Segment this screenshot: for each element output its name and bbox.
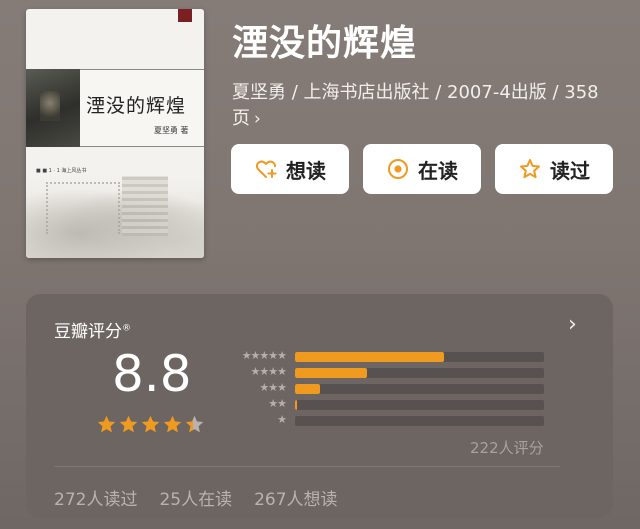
distribution-bar-track	[295, 368, 544, 378]
have-read-label: 读过	[550, 158, 590, 183]
book-meta[interactable]: 夏坚勇 / 上海书店出版社 / 2007-4出版 / 358页 ›	[232, 80, 624, 132]
cover-publisher-tag	[178, 9, 192, 22]
distribution-bar-fill	[295, 368, 368, 378]
distribution-stars-label: ★★★	[259, 381, 287, 394]
rating-star-icon	[163, 415, 182, 433]
distribution-bar-fill	[295, 384, 320, 394]
book-meta-text: 夏坚勇 / 上海书店出版社 / 2007-4出版 / 358页	[232, 82, 599, 129]
distribution-stars-label: ★	[277, 413, 287, 426]
rating-star-icon	[97, 415, 116, 433]
rating-count: 222人评分	[470, 439, 544, 457]
star-outline-icon	[520, 159, 540, 179]
distribution-stars-label: ★★★★	[250, 365, 287, 378]
target-circle-icon	[388, 159, 408, 179]
cover-author: 夏坚勇 著	[154, 126, 189, 135]
distribution-bar-track	[295, 416, 544, 426]
registered-mark: ®	[122, 323, 131, 334]
reading-label: 在读	[418, 158, 458, 183]
distribution-bar-fill	[295, 352, 445, 362]
chevron-right-icon[interactable]: ›	[568, 312, 577, 337]
read-count[interactable]: 272人读过	[54, 485, 137, 510]
distribution-stars-label: ★★★★★	[241, 349, 287, 362]
cover-photo	[26, 69, 80, 147]
rating-stars	[96, 414, 205, 435]
want-to-read-button[interactable]: 想读	[231, 144, 349, 194]
reader-stats: 272人读过 25人在读 267人想读	[54, 485, 338, 510]
cover-ruins-image	[26, 176, 204, 258]
distribution-bar-track	[295, 384, 544, 394]
rating-title: 豆瓣评分®	[54, 317, 131, 342]
chevron-right-icon: ›	[254, 109, 261, 129]
cover-series: ■ ■ 1 · 1 海上风丛书	[36, 168, 87, 174]
have-read-button[interactable]: 读过	[495, 144, 613, 194]
reading-count[interactable]: 25人在读	[159, 485, 232, 510]
distribution-bar-track	[295, 352, 544, 362]
distribution-bar-track	[295, 400, 544, 410]
book-cover[interactable]: 湮没的辉煌 夏坚勇 著 ■ ■ 1 · 1 海上风丛书	[26, 9, 204, 258]
want-to-read-label: 想读	[286, 158, 326, 183]
reading-button[interactable]: 在读	[363, 144, 481, 194]
distribution-bar-fill	[295, 400, 298, 410]
rating-score: 8.8	[112, 345, 192, 403]
rating-title-text: 豆瓣评分	[54, 322, 122, 342]
distribution-stars-label: ★★	[268, 397, 287, 410]
rating-star-icon	[119, 415, 138, 433]
cover-title: 湮没的辉煌	[86, 95, 187, 117]
heart-plus-icon	[255, 160, 277, 178]
rating-star-icon	[185, 415, 204, 433]
divider	[54, 466, 560, 467]
want-count[interactable]: 267人想读	[254, 485, 337, 510]
rating-star-icon	[141, 415, 160, 433]
book-title: 湮没的辉煌	[232, 23, 418, 64]
